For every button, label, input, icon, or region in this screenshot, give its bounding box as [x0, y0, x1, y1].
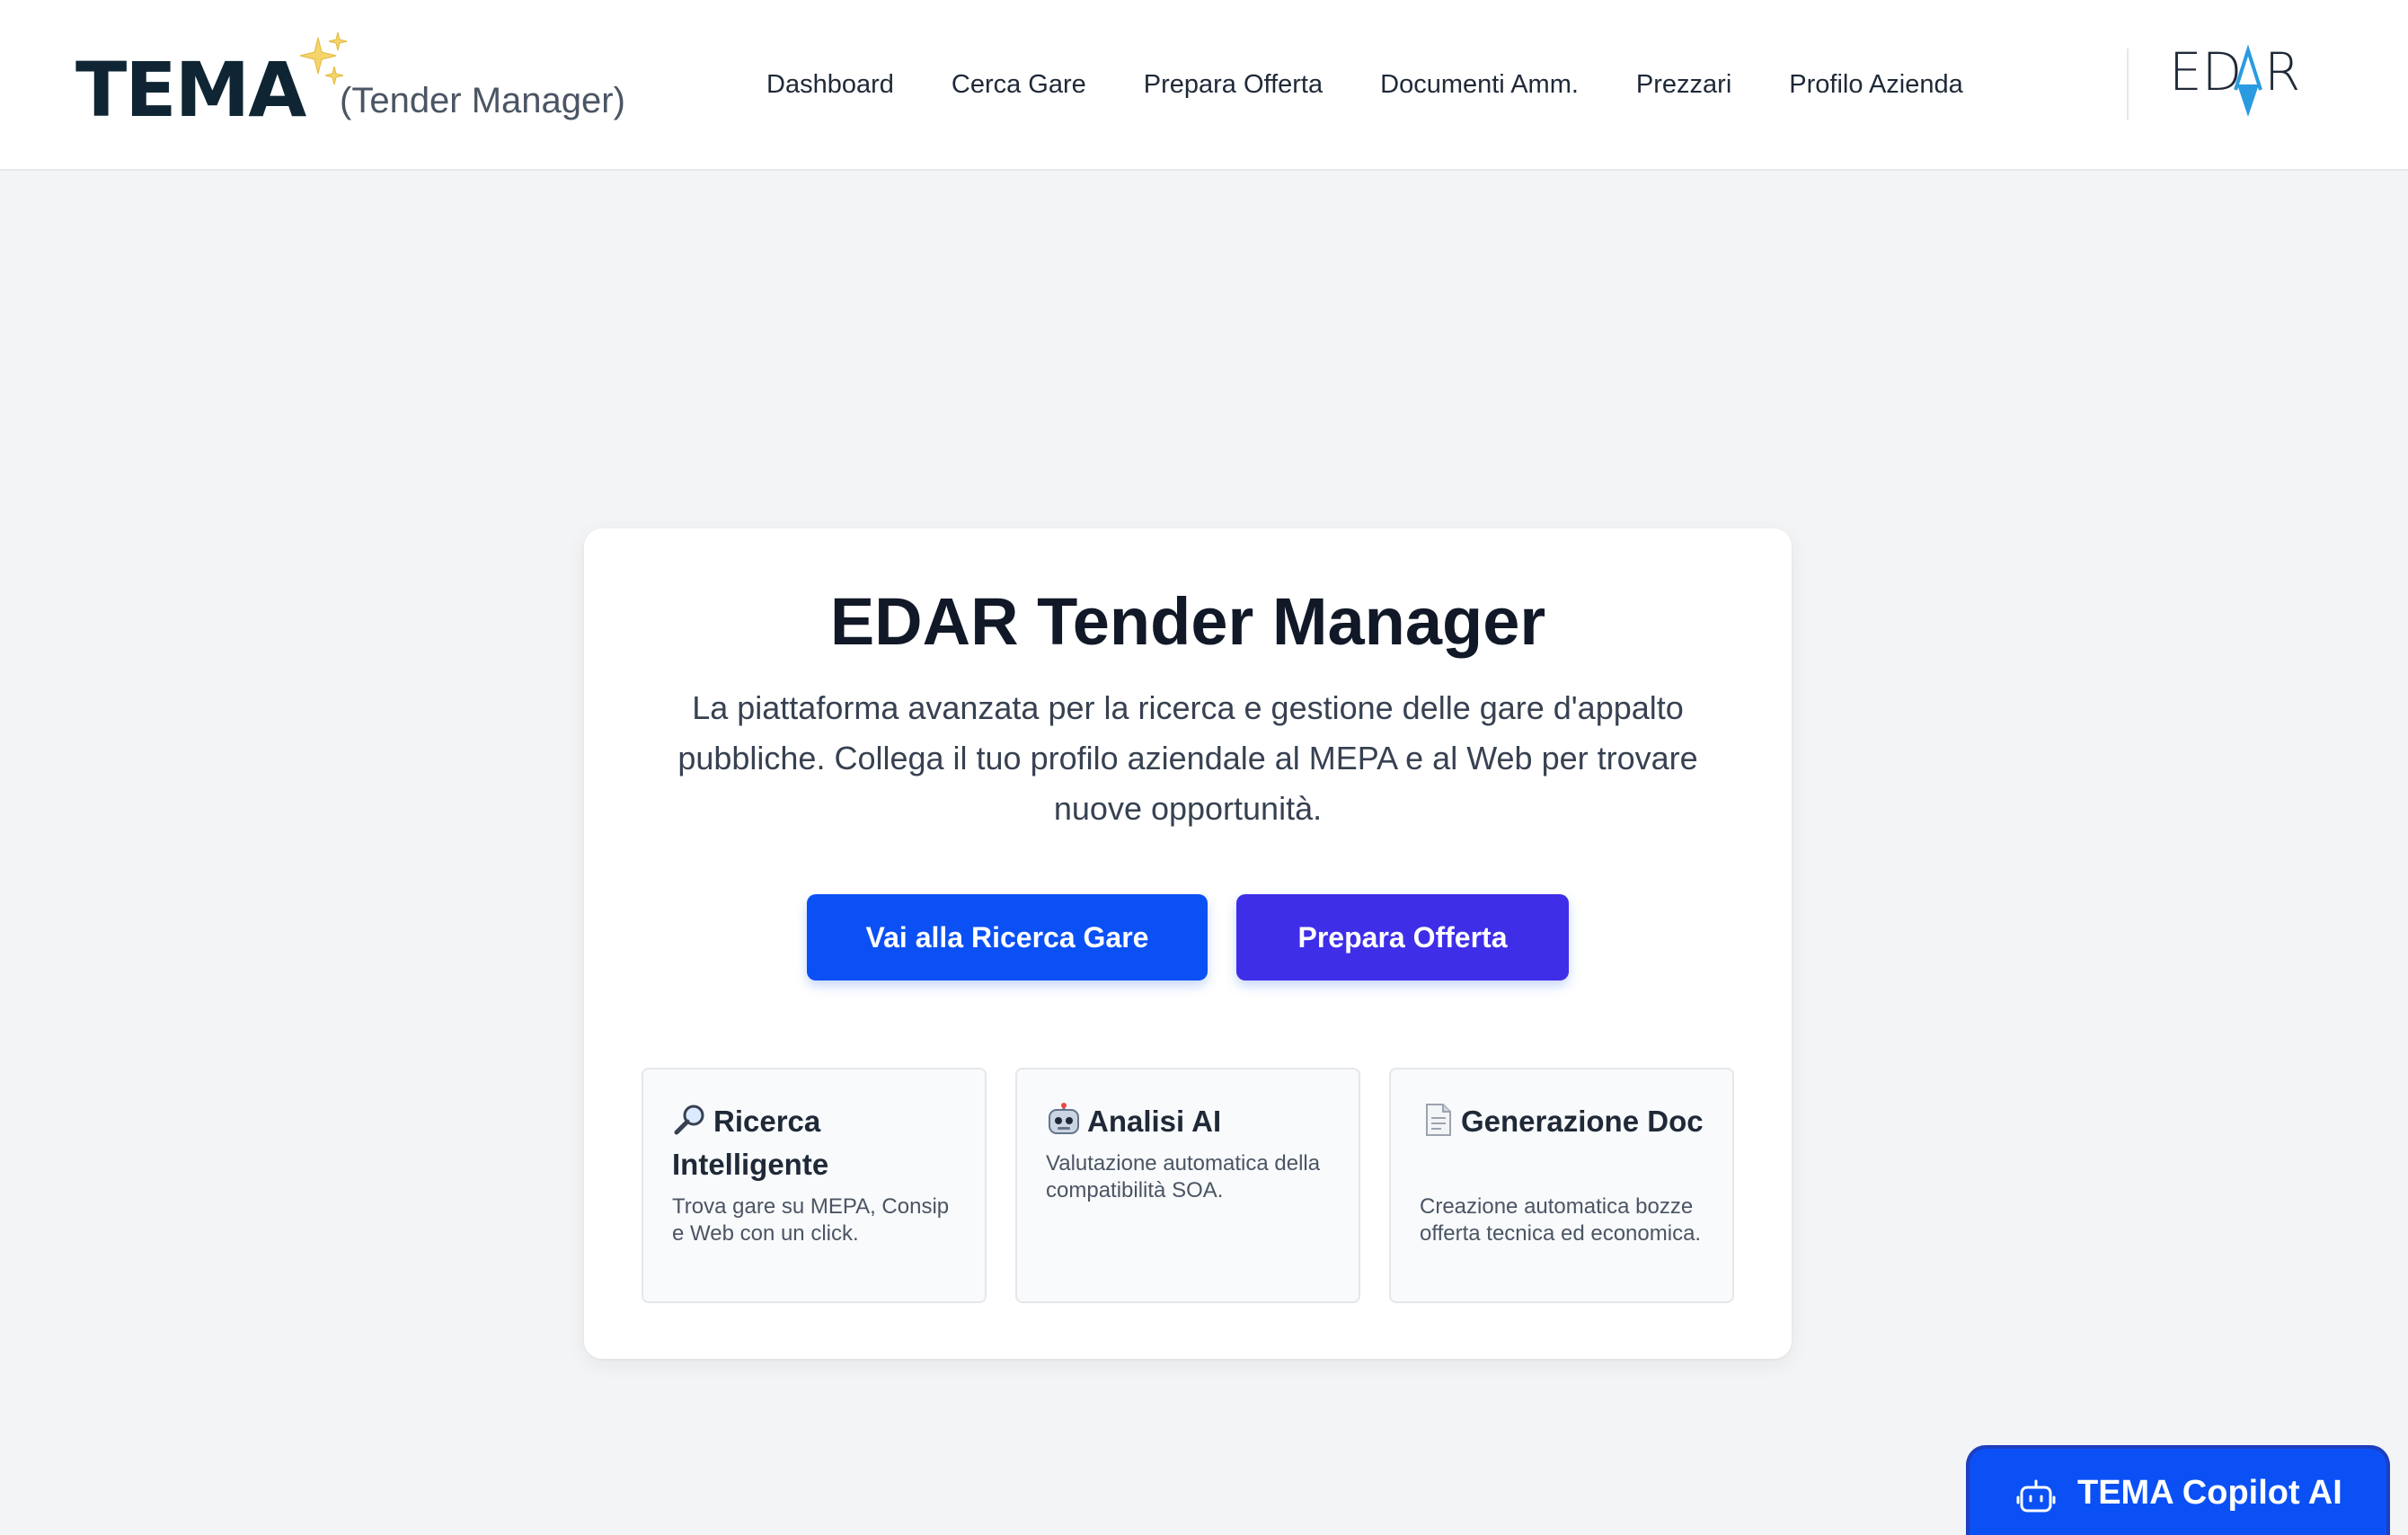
copilot-button[interactable]: TEMA Copilot AI [1966, 1445, 2390, 1535]
nav-documenti-amm[interactable]: Documenti Amm. [1380, 67, 1579, 102]
robot-icon [1049, 1103, 1079, 1134]
main-nav: Dashboard Cerca Gare Prepara Offerta Doc… [766, 67, 2021, 102]
feature-card-ai: Analisi AI Valutazione automatica della … [1015, 1068, 1360, 1303]
edar-logo-icon: ED R [2169, 41, 2300, 117]
magnifier-icon [674, 1105, 704, 1135]
feature-text: Trova gare su MEPA, Consip e Web con un … [672, 1194, 950, 1246]
hero-card: EDAR Tender Manager La piattaforma avanz… [584, 528, 1792, 1359]
copilot-label: TEMA Copilot AI [2077, 1474, 2342, 1512]
header-divider [2127, 49, 2129, 120]
document-icon [1426, 1104, 1451, 1136]
nav-profilo-azienda[interactable]: Profilo Azienda [1789, 67, 1962, 102]
logo-wordmark: TEMA [75, 46, 306, 134]
nav-dashboard[interactable]: Dashboard [766, 67, 894, 102]
hero-description: La piattaforma avanzata per la ricerca e… [677, 689, 1698, 827]
feature-text: Creazione automatica bozze offerta tecni… [1420, 1194, 1702, 1246]
feature-card-search: Ricerca Intelligente Trova gare su MEPA,… [642, 1068, 987, 1303]
feature-title: Generazione Doc [1461, 1105, 1704, 1138]
nav-cerca-gare[interactable]: Cerca Gare [952, 67, 1086, 102]
bot-icon [2016, 1479, 2056, 1513]
go-to-search-button[interactable]: Vai alla Ricerca Gare [807, 894, 1208, 980]
svg-text:R: R [2264, 41, 2300, 102]
nav-prepara-offerta[interactable]: Prepara Offerta [1144, 67, 1323, 102]
page-title: EDAR Tender Manager [829, 584, 1546, 659]
edar-brand-logo: ED R [2169, 34, 2313, 124]
feature-title: Analisi AI [1087, 1105, 1222, 1138]
top-header: TEMA (Tender Manager) Dashboard Cerca Ga… [0, 0, 2408, 171]
feature-card-docs: Generazione Doc Creazione automatica boz… [1389, 1068, 1734, 1303]
prepare-offer-button[interactable]: Prepara Offerta [1236, 894, 1569, 980]
logo-subtitle: (Tender Manager) [340, 81, 625, 120]
feature-text: Valutazione automatica della compatibili… [1046, 1151, 1321, 1202]
nav-prezzari[interactable]: Prezzari [1636, 67, 1731, 102]
svg-text:ED: ED [2169, 41, 2242, 102]
